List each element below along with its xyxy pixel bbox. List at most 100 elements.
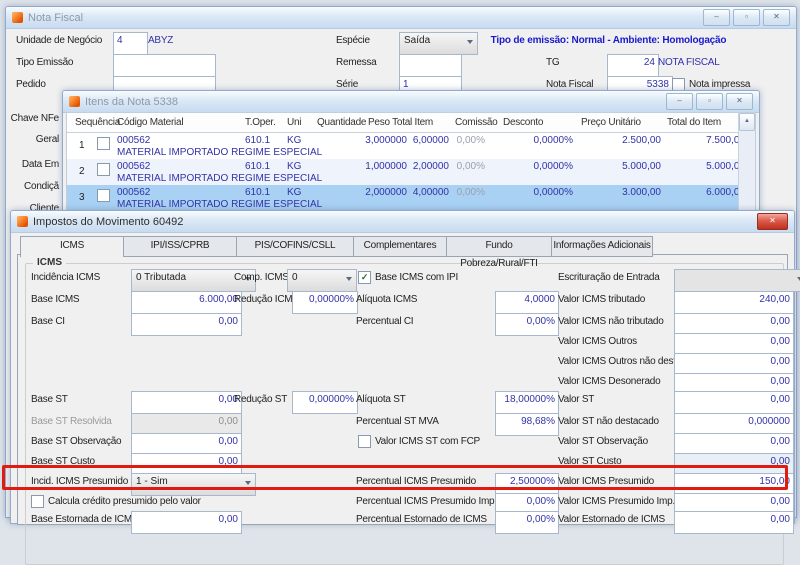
valor-icms-nao-tributado-label: Valor ICMS não tributado bbox=[558, 316, 664, 327]
minimize-icon[interactable]: – bbox=[703, 9, 730, 26]
col-quantidade: Quantidade bbox=[317, 117, 366, 128]
cell-uni: KG bbox=[287, 161, 301, 172]
comp-icms-select[interactable]: 0 bbox=[287, 269, 357, 292]
calcula-credito-presumido-checkbox[interactable]: Calcula crédito presumido pelo valor bbox=[31, 495, 201, 508]
impostos-window: Impostos do Movimento 60492 ✕ ICMS IPI/I… bbox=[10, 210, 795, 524]
table-row[interactable]: 1 000562 610.1 KG 3,000000 6,00000 0,00%… bbox=[67, 133, 739, 160]
sidebar-item-data-emissao: Data Em bbox=[9, 159, 59, 170]
tab-informacoes-adicionais[interactable]: Informações Adicionais bbox=[552, 236, 653, 257]
col-uni: Uni bbox=[287, 117, 301, 128]
window-title: Nota Fiscal bbox=[28, 12, 83, 24]
percentual-estornado-icms-input[interactable]: 0,00% bbox=[495, 511, 559, 534]
tg-label: TG bbox=[546, 57, 559, 68]
valor-st-custo-label: Valor ST Custo bbox=[558, 456, 621, 467]
aliquota-icms-label: Alíquota ICMS bbox=[356, 294, 417, 305]
tg-desc: NOTA FISCAL bbox=[658, 57, 720, 68]
scroll-up-icon[interactable]: ▲ bbox=[739, 113, 755, 131]
row-seq: 2 bbox=[79, 166, 85, 177]
base-icms-label: Base ICMS bbox=[31, 294, 79, 305]
base-st-input[interactable]: 0,00 bbox=[131, 391, 242, 414]
maximize-icon[interactable]: ▫ bbox=[733, 9, 760, 26]
comp-icms-label: Comp. ICMS bbox=[234, 272, 289, 283]
table-row-selected[interactable]: 3 000562 610.1 KG 2,000000 4,00000 0,00%… bbox=[67, 185, 739, 212]
valor-icms-st-fcp-checkbox[interactable]: Valor ICMS ST com FCP bbox=[358, 435, 480, 448]
tab-complementares[interactable]: Complementares bbox=[354, 236, 447, 257]
tg-input[interactable]: 24 bbox=[607, 54, 659, 77]
cell-comissao: 0,00% bbox=[447, 161, 485, 172]
cell-peso: 6,00000 bbox=[379, 135, 449, 146]
itens-grid: Sequência Código Material T.Oper. Uni Qu… bbox=[66, 112, 756, 219]
vertical-scrollbar[interactable]: ▲ bbox=[738, 113, 755, 218]
escrituracao-entrada-select[interactable] bbox=[674, 269, 800, 292]
minimize-icon[interactable]: – bbox=[666, 93, 693, 110]
tab-pis-cofins-csll[interactable]: PIS/COFINS/CSLL bbox=[237, 236, 354, 257]
valor-st-label: Valor ST bbox=[558, 394, 594, 405]
incid-icms-presumido-select[interactable]: 1 - Sim bbox=[131, 473, 256, 496]
cell-descricao: MATERIAL IMPORTADO REGIME ESPECIAL bbox=[117, 147, 322, 158]
nota-fiscal-titlebar: Nota Fiscal – ▫ ✕ bbox=[6, 7, 796, 29]
close-icon[interactable]: ✕ bbox=[763, 9, 790, 26]
tipo-emissao-input[interactable] bbox=[113, 54, 216, 77]
valor-icms-desonerado-label: Valor ICMS Desonerado bbox=[558, 376, 660, 387]
cell-toper: 610.1 bbox=[245, 161, 270, 172]
aliquota-icms-input[interactable]: 4,0000 bbox=[495, 291, 559, 314]
valor-estornado-icms-input[interactable]: 0,00 bbox=[674, 511, 794, 534]
close-icon[interactable]: ✕ bbox=[757, 213, 788, 230]
table-row[interactable]: 2 000562 610.1 KG 1,000000 2,00000 0,00%… bbox=[67, 159, 739, 186]
base-icms-input[interactable]: 6.000,00 bbox=[131, 291, 242, 314]
col-peso: Peso Total Item bbox=[368, 117, 433, 128]
col-comissao: Comissão bbox=[455, 117, 497, 128]
cell-codigo: 000562 bbox=[117, 187, 150, 198]
cell-peso: 4,00000 bbox=[379, 187, 449, 198]
escrituracao-entrada-label: Escrituração de Entrada bbox=[558, 272, 660, 283]
checkbox-label: Valor ICMS ST com FCP bbox=[375, 436, 480, 447]
base-st-custo-label: Base ST Custo bbox=[31, 456, 95, 467]
base-icms-com-ipi-checkbox[interactable]: ✓ Base ICMS com IPI bbox=[358, 271, 458, 284]
col-desconto: Desconto bbox=[503, 117, 543, 128]
app-icon bbox=[12, 12, 23, 23]
remessa-input[interactable] bbox=[399, 54, 462, 77]
aliquota-st-input[interactable]: 18,00000% bbox=[495, 391, 559, 414]
cell-preco: 2.500,00 bbox=[585, 135, 661, 146]
reducao-icms-input[interactable]: 0,00000% bbox=[292, 291, 358, 314]
cell-peso: 2,00000 bbox=[379, 161, 449, 172]
col-sequencia: Sequência bbox=[75, 117, 120, 128]
percentual-icms-presumido-imp-pr-label: Percentual ICMS Presumido Imp. PR bbox=[356, 496, 513, 507]
checkbox-unchecked-icon bbox=[358, 435, 371, 448]
tab-ipi-iss-cprb[interactable]: IPI/ISS/CPRB bbox=[124, 236, 237, 257]
col-toper: T.Oper. bbox=[245, 117, 276, 128]
window-title: Itens da Nota 5338 bbox=[85, 96, 178, 108]
emissao-ambiente-info: Tipo de emissão: Normal - Ambiente: Homo… bbox=[436, 35, 781, 46]
row-checkbox[interactable] bbox=[97, 137, 110, 150]
col-total: Total do Item bbox=[667, 117, 721, 128]
tab-fundo-pobreza[interactable]: Fundo Pobreza/Rural/FTI bbox=[447, 236, 552, 257]
valor-st-input[interactable]: 0,00 bbox=[674, 391, 794, 414]
percentual-ci-input[interactable]: 0,00% bbox=[495, 313, 559, 336]
unidade-negocio-input[interactable]: 4 bbox=[113, 32, 148, 55]
valor-icms-tributado-input[interactable]: 240,00 bbox=[674, 291, 794, 314]
reducao-st-input[interactable]: 0,00000% bbox=[292, 391, 358, 414]
base-st-resolvida-label: Base ST Resolvida bbox=[31, 416, 112, 427]
row-checkbox[interactable] bbox=[97, 163, 110, 176]
percentual-ci-label: Percentual CI bbox=[356, 316, 413, 327]
cell-desconto: 0,0000% bbox=[497, 135, 573, 146]
percentual-st-mva-input[interactable]: 98,68% bbox=[495, 413, 559, 436]
cell-codigo: 000562 bbox=[117, 161, 150, 172]
valor-icms-outros-nao-dest-label: Valor ICMS Outros não dest. bbox=[558, 356, 678, 367]
cell-uni: KG bbox=[287, 135, 301, 146]
cell-total: 6.000,00 bbox=[669, 187, 745, 198]
sidebar-item-geral[interactable]: Geral bbox=[9, 134, 59, 145]
row-checkbox[interactable] bbox=[97, 189, 110, 202]
base-st-label: Base ST bbox=[31, 394, 68, 405]
base-ci-input[interactable]: 0,00 bbox=[131, 313, 242, 336]
close-icon[interactable]: ✕ bbox=[726, 93, 753, 110]
maximize-icon[interactable]: ▫ bbox=[696, 93, 723, 110]
app-icon bbox=[17, 216, 28, 227]
base-estornada-icms-input[interactable]: 0,00 bbox=[131, 511, 242, 534]
icms-group-label: ICMS bbox=[33, 257, 66, 268]
tab-bar: ICMS IPI/ISS/CPRB PIS/COFINS/CSLL Comple… bbox=[20, 236, 653, 255]
itens-window: Itens da Nota 5338 – ▫ ✕ Sequência Códig… bbox=[62, 90, 760, 220]
tab-icms[interactable]: ICMS bbox=[20, 236, 124, 257]
col-preco: Preço Unitário bbox=[581, 117, 641, 128]
valor-st-nao-destacado-label: Valor ST não destacado bbox=[558, 416, 659, 427]
